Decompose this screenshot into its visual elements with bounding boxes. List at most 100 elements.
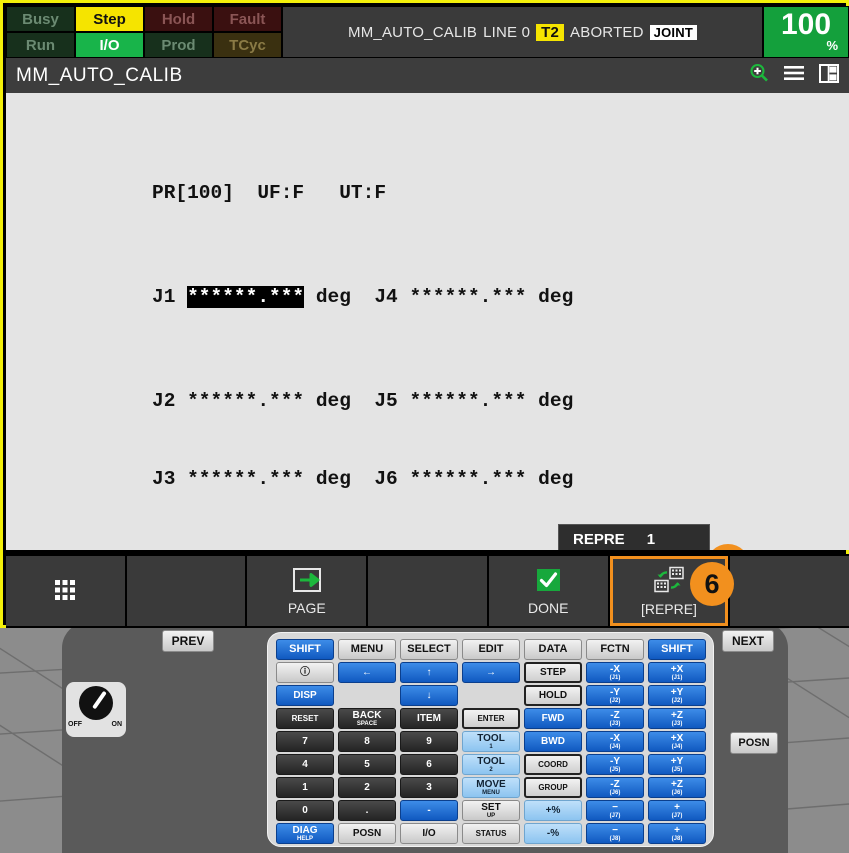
status-line-number: LINE 0 [483,23,531,41]
key-x-j1[interactable]: +X (J1) [648,662,706,683]
key-sublabel: SPACE [356,720,378,727]
key-y-j2[interactable]: +Y (J2) [648,685,706,706]
key-key[interactable]: . [338,800,396,821]
key-label: -Y [610,755,620,767]
key-shift[interactable]: SHIFT [276,639,334,660]
key-tool-1[interactable]: TOOL 1 [462,731,520,752]
fkey-grid[interactable] [6,556,125,626]
key-z-j3[interactable]: +Z (J3) [648,708,706,729]
key-key[interactable]: ↑ [400,662,458,683]
key-j8[interactable]: − (J8) [586,823,644,844]
key-9[interactable]: 9 [400,731,458,752]
key-tool-2[interactable]: TOOL 2 [462,754,520,775]
key-reset[interactable]: RESET [276,708,334,729]
key-5[interactable]: 5 [338,754,396,775]
status-led-fault: Fault [213,6,282,32]
key-prev[interactable]: PREV [162,630,214,652]
key-x-j1[interactable]: -X (J1) [586,662,644,683]
key-j8[interactable]: + (J8) [648,823,706,844]
key-fctn[interactable]: FCTN [586,639,644,660]
key-x-j4[interactable]: +X (J4) [648,731,706,752]
key-posn-side[interactable]: POSN [730,732,778,754]
power-knob[interactable] [79,686,113,720]
key-hold[interactable]: HOLD [524,685,582,706]
key-key[interactable]: +% [524,800,582,821]
key-z-j6[interactable]: +Z (J6) [648,777,706,798]
key-i-o[interactable]: I/O [400,823,458,844]
key-bwd[interactable]: BWD [524,731,582,752]
key-set-up[interactable]: SET UP [462,800,520,821]
key-y-j5[interactable]: +Y (J5) [648,754,706,775]
key-disp[interactable]: DISP [276,685,334,706]
joint-row-3: J3 ******.*** deg J6 ******.*** deg [152,468,574,490]
key-enter[interactable]: ENTER [462,708,520,729]
key-key[interactable]: ↓ [400,685,458,706]
fkey-empty-1[interactable] [126,556,246,626]
key-posn[interactable]: POSN [338,823,396,844]
status-led-run: Run [6,32,75,58]
repre-dropdown-title: REPRE [573,530,625,548]
key-fwd[interactable]: FWD [524,708,582,729]
key-y-j2[interactable]: -Y (J2) [586,685,644,706]
key-key[interactable]: → [462,662,520,683]
key-label: . [365,804,369,816]
key-sublabel: 1 [489,743,493,750]
key-key[interactable]: - [400,800,458,821]
key-edit[interactable]: EDIT [462,639,520,660]
key-4[interactable]: 4 [276,754,334,775]
key-data[interactable]: DATA [524,639,582,660]
key-1[interactable]: 1 [276,777,334,798]
key-key[interactable]: -% [524,823,582,844]
key-label: 4 [302,758,308,770]
key-key[interactable]: ⓘ [276,662,334,683]
fkey-empty-2[interactable] [368,556,487,626]
page-next-icon [291,567,323,596]
key-sublabel: (J4) [609,743,621,750]
key-6[interactable]: 6 [400,754,458,775]
key-coord[interactable]: COORD [524,754,582,775]
key-x-j4[interactable]: -X (J4) [586,731,644,752]
split-screen-icon[interactable] [819,63,839,88]
fkey-empty-3[interactable] [730,556,849,626]
key-y-j5[interactable]: -Y (J5) [586,754,644,775]
speed-override-indicator[interactable]: 100 % [763,6,849,58]
key-0[interactable]: 0 [276,800,334,821]
key-label: ↑ [426,666,432,678]
key-label: GROUP [538,782,568,792]
key-move-menu[interactable]: MOVE MENU [462,777,520,798]
key-label: ⓘ [300,666,310,678]
program-listing: PR[100] UF:F UT:F J1 ******.*** deg J4 *… [6,93,849,550]
key-group[interactable]: GROUP [524,777,582,798]
zoom-in-icon[interactable] [749,63,769,88]
key-8[interactable]: 8 [338,731,396,752]
key-diag-help[interactable]: DIAG HELP [276,823,334,844]
key-2[interactable]: 2 [338,777,396,798]
key-sublabel: (J2) [609,697,621,704]
key-z-j3[interactable]: -Z (J3) [586,708,644,729]
key-menu[interactable]: MENU [338,639,396,660]
key-sublabel: HELP [296,835,313,842]
key-j7[interactable]: + (J7) [648,800,706,821]
key-key[interactable]: ← [338,662,396,683]
fkey-repre-label: [REPRE] [640,600,697,617]
key-sublabel: (J2) [671,697,683,704]
repre-dropdown-header: REPRE 1 [559,525,709,550]
key-shift[interactable]: SHIFT [648,639,706,660]
joint-value-j1[interactable]: ******.*** [187,286,305,308]
key-z-j6[interactable]: -Z (J6) [586,777,644,798]
fkey-page[interactable]: PAGE [247,556,367,626]
key-back-space[interactable]: BACK SPACE [338,708,396,729]
key-j7[interactable]: − (J7) [586,800,644,821]
key-label: 2 [364,781,370,793]
key-3[interactable]: 3 [400,777,458,798]
key-item[interactable]: ITEM [400,708,458,729]
menu-icon[interactable] [783,64,805,87]
key-label: FCTN [600,643,630,655]
key-select[interactable]: SELECT [400,639,458,660]
fkey-done[interactable]: DONE [488,556,608,626]
status-bar: Busy Step Hold Fault Run I/O Prod TCyc MM_AUTO_… [6,6,849,58]
key-7[interactable]: 7 [276,731,334,752]
key-status[interactable]: STATUS [462,823,520,844]
key-step[interactable]: STEP [524,662,582,683]
key-next[interactable]: NEXT [722,630,774,652]
